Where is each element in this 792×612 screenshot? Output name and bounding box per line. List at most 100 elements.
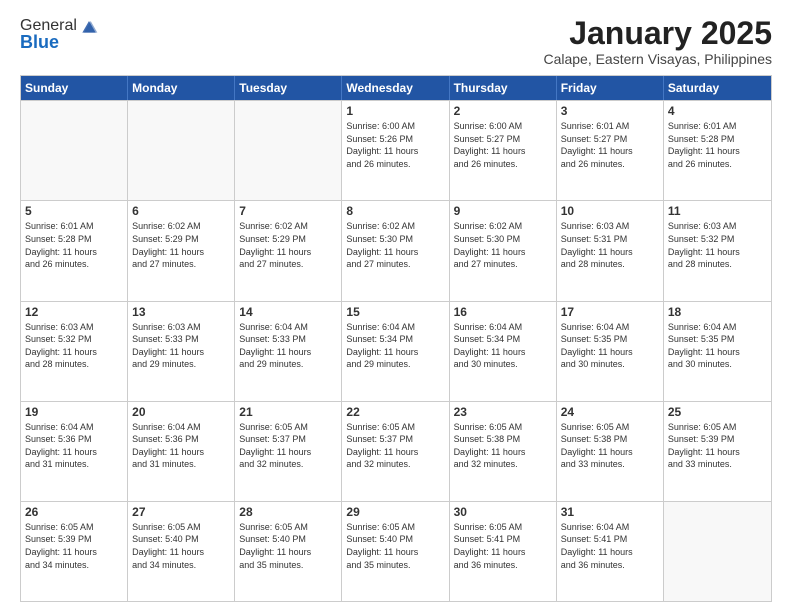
cell-info-text: Sunrise: 6:05 AM Sunset: 5:41 PM Dayligh… (454, 521, 552, 571)
day-number: 18 (668, 305, 767, 319)
calendar-header-cell: Tuesday (235, 76, 342, 100)
day-number: 26 (25, 505, 123, 519)
cell-info-text: Sunrise: 6:05 AM Sunset: 5:38 PM Dayligh… (561, 421, 659, 471)
logo: General Blue (20, 16, 99, 53)
calendar-cell: 20Sunrise: 6:04 AM Sunset: 5:36 PM Dayli… (128, 402, 235, 501)
cell-info-text: Sunrise: 6:04 AM Sunset: 5:34 PM Dayligh… (346, 321, 444, 371)
calendar-cell: 26 Sunrise: 6:05 AM Sunset: 5:39 PM Dayli… (21, 502, 128, 601)
calendar-header-cell: Thursday (450, 76, 557, 100)
calendar-cell: 9Sunrise: 6:02 AM Sunset: 5:30 PM Daylig… (450, 201, 557, 300)
cell-info-text: Sunrise: 6:05 AM Sunset: 5:39 PM Dayligh… (668, 421, 767, 471)
cell-info-text: Sunrise: 6:05 AM Sunset: 5:38 PM Dayligh… (454, 421, 552, 471)
day-number: 23 (454, 405, 552, 419)
cell-info-text: Sunrise: 6:04 AM Sunset: 5:35 PM Dayligh… (668, 321, 767, 371)
day-number: 17 (561, 305, 659, 319)
cell-info-text: Sunrise: 6:05 AM Sunset: 5:39 PM Dayligh… (25, 521, 123, 571)
calendar-cell: 31 Sunrise: 6:04 AM Sunset: 5:41 PM Dayli… (557, 502, 664, 601)
calendar-header-row: SundayMondayTuesdayWednesdayThursdayFrid… (21, 76, 771, 100)
calendar-cell (128, 101, 235, 200)
day-number: 6 (132, 204, 230, 218)
title-block: January 2025 Calape, Eastern Visayas, Ph… (543, 16, 772, 67)
logo-icon (79, 16, 99, 36)
cell-info-text: Sunrise: 6:03 AM Sunset: 5:32 PM Dayligh… (668, 220, 767, 270)
day-number: 22 (346, 405, 444, 419)
day-number: 4 (668, 104, 767, 118)
calendar-cell: 10Sunrise: 6:03 AM Sunset: 5:31 PM Dayli… (557, 201, 664, 300)
page: General Blue January 2025 Calape, Easter… (0, 0, 792, 612)
cell-info-text: Sunrise: 6:04 AM Sunset: 5:36 PM Dayligh… (25, 421, 123, 471)
calendar-cell: 16 Sunrise: 6:04 AM Sunset: 5:34 PM Dayli… (450, 302, 557, 401)
calendar-cell: 27 Sunrise: 6:05 AM Sunset: 5:40 PM Dayli… (128, 502, 235, 601)
cell-info-text: Sunrise: 6:05 AM Sunset: 5:37 PM Dayligh… (239, 421, 337, 471)
calendar-week-row: 26 Sunrise: 6:05 AM Sunset: 5:39 PM Dayli… (21, 501, 771, 601)
calendar-title: January 2025 (543, 16, 772, 51)
calendar-cell: 24 Sunrise: 6:05 AM Sunset: 5:38 PM Dayli… (557, 402, 664, 501)
day-number: 16 (454, 305, 552, 319)
day-number: 2 (454, 104, 552, 118)
calendar-cell: 15 Sunrise: 6:04 AM Sunset: 5:34 PM Dayli… (342, 302, 449, 401)
calendar-cell: 30 Sunrise: 6:05 AM Sunset: 5:41 PM Dayli… (450, 502, 557, 601)
day-number: 11 (668, 204, 767, 218)
day-number: 3 (561, 104, 659, 118)
day-number: 7 (239, 204, 337, 218)
calendar-cell: 1 Sunrise: 6:00 AM Sunset: 5:26 PM Daylig… (342, 101, 449, 200)
cell-info-text: Sunrise: 6:01 AM Sunset: 5:28 PM Dayligh… (668, 120, 767, 170)
calendar-header-cell: Wednesday (342, 76, 449, 100)
calendar-cell: 23 Sunrise: 6:05 AM Sunset: 5:38 PM Dayli… (450, 402, 557, 501)
cell-info-text: Sunrise: 6:03 AM Sunset: 5:31 PM Dayligh… (561, 220, 659, 270)
calendar-cell: 3 Sunrise: 6:01 AM Sunset: 5:27 PM Daylig… (557, 101, 664, 200)
day-number: 15 (346, 305, 444, 319)
calendar-cell: 6Sunrise: 6:02 AM Sunset: 5:29 PM Daylig… (128, 201, 235, 300)
calendar-week-row: 19 Sunrise: 6:04 AM Sunset: 5:36 PM Dayli… (21, 401, 771, 501)
calendar-cell: 25 Sunrise: 6:05 AM Sunset: 5:39 PM Dayli… (664, 402, 771, 501)
calendar-cell: 12Sunrise: 6:03 AM Sunset: 5:32 PM Dayli… (21, 302, 128, 401)
day-number: 25 (668, 405, 767, 419)
calendar-cell: 8 Sunrise: 6:02 AM Sunset: 5:30 PM Daylig… (342, 201, 449, 300)
calendar-cell: 2 Sunrise: 6:00 AM Sunset: 5:27 PM Daylig… (450, 101, 557, 200)
calendar-cell: 19 Sunrise: 6:04 AM Sunset: 5:36 PM Dayli… (21, 402, 128, 501)
cell-info-text: Sunrise: 6:00 AM Sunset: 5:27 PM Dayligh… (454, 120, 552, 170)
day-number: 28 (239, 505, 337, 519)
calendar-cell: 4 Sunrise: 6:01 AM Sunset: 5:28 PM Daylig… (664, 101, 771, 200)
cell-info-text: Sunrise: 6:05 AM Sunset: 5:40 PM Dayligh… (239, 521, 337, 571)
calendar-week-row: 5 Sunrise: 6:01 AM Sunset: 5:28 PM Daylig… (21, 200, 771, 300)
cell-info-text: Sunrise: 6:02 AM Sunset: 5:29 PM Dayligh… (239, 220, 337, 270)
calendar-cell: 14 Sunrise: 6:04 AM Sunset: 5:33 PM Dayli… (235, 302, 342, 401)
day-number: 5 (25, 204, 123, 218)
cell-info-text: Sunrise: 6:01 AM Sunset: 5:28 PM Dayligh… (25, 220, 123, 270)
calendar-cell: 17Sunrise: 6:04 AM Sunset: 5:35 PM Dayli… (557, 302, 664, 401)
cell-info-text: Sunrise: 6:05 AM Sunset: 5:37 PM Dayligh… (346, 421, 444, 471)
calendar-cell: 13Sunrise: 6:03 AM Sunset: 5:33 PM Dayli… (128, 302, 235, 401)
day-number: 31 (561, 505, 659, 519)
calendar-header-cell: Saturday (664, 76, 771, 100)
cell-info-text: Sunrise: 6:00 AM Sunset: 5:26 PM Dayligh… (346, 120, 444, 170)
cell-info-text: Sunrise: 6:01 AM Sunset: 5:27 PM Dayligh… (561, 120, 659, 170)
calendar-week-row: 12Sunrise: 6:03 AM Sunset: 5:32 PM Dayli… (21, 301, 771, 401)
calendar-body: 1 Sunrise: 6:00 AM Sunset: 5:26 PM Daylig… (21, 100, 771, 601)
day-number: 19 (25, 405, 123, 419)
calendar-week-row: 1 Sunrise: 6:00 AM Sunset: 5:26 PM Daylig… (21, 100, 771, 200)
day-number: 8 (346, 204, 444, 218)
cell-info-text: Sunrise: 6:02 AM Sunset: 5:30 PM Dayligh… (346, 220, 444, 270)
day-number: 30 (454, 505, 552, 519)
calendar-cell: 5 Sunrise: 6:01 AM Sunset: 5:28 PM Daylig… (21, 201, 128, 300)
day-number: 24 (561, 405, 659, 419)
calendar-header-cell: Friday (557, 76, 664, 100)
calendar-cell (21, 101, 128, 200)
cell-info-text: Sunrise: 6:04 AM Sunset: 5:34 PM Dayligh… (454, 321, 552, 371)
day-number: 9 (454, 204, 552, 218)
day-number: 13 (132, 305, 230, 319)
day-number: 1 (346, 104, 444, 118)
calendar-subtitle: Calape, Eastern Visayas, Philippines (543, 51, 772, 67)
cell-info-text: Sunrise: 6:04 AM Sunset: 5:41 PM Dayligh… (561, 521, 659, 571)
day-number: 20 (132, 405, 230, 419)
calendar-cell: 18 Sunrise: 6:04 AM Sunset: 5:35 PM Dayli… (664, 302, 771, 401)
calendar-cell (235, 101, 342, 200)
cell-info-text: Sunrise: 6:05 AM Sunset: 5:40 PM Dayligh… (132, 521, 230, 571)
day-number: 21 (239, 405, 337, 419)
cell-info-text: Sunrise: 6:04 AM Sunset: 5:33 PM Dayligh… (239, 321, 337, 371)
calendar-cell: 29Sunrise: 6:05 AM Sunset: 5:40 PM Dayli… (342, 502, 449, 601)
calendar-cell: 22 Sunrise: 6:05 AM Sunset: 5:37 PM Dayli… (342, 402, 449, 501)
day-number: 27 (132, 505, 230, 519)
day-number: 14 (239, 305, 337, 319)
